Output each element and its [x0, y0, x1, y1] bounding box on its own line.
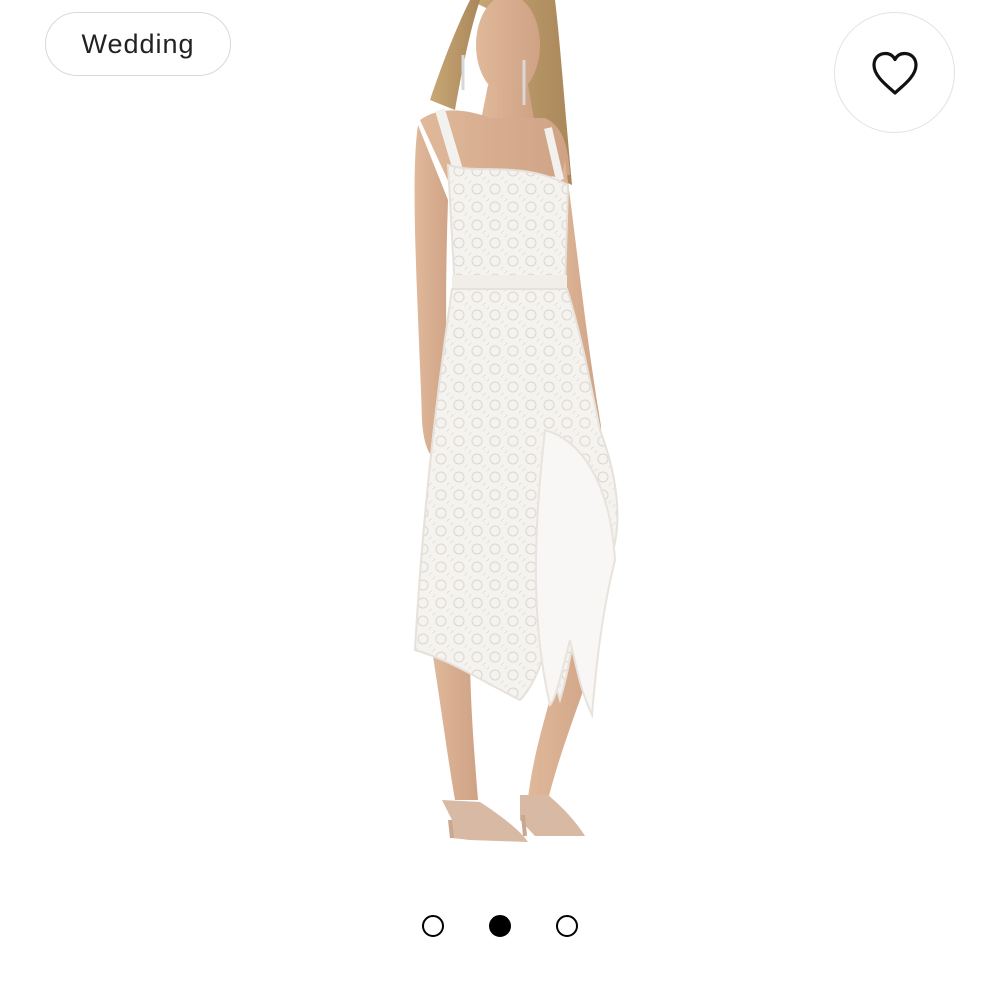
carousel-dot-3[interactable]	[556, 915, 578, 937]
favorite-button[interactable]	[834, 12, 955, 133]
carousel-dot-2[interactable]	[489, 915, 511, 937]
heart-icon	[871, 51, 918, 95]
dress-photo	[413, 0, 619, 842]
carousel-indicator	[0, 915, 1000, 941]
carousel-dot-1[interactable]	[422, 915, 444, 937]
product-image-screen: Wedding	[0, 0, 1000, 1000]
category-chip-label: Wedding	[81, 28, 195, 59]
category-chip-wedding[interactable]: Wedding	[45, 12, 231, 76]
